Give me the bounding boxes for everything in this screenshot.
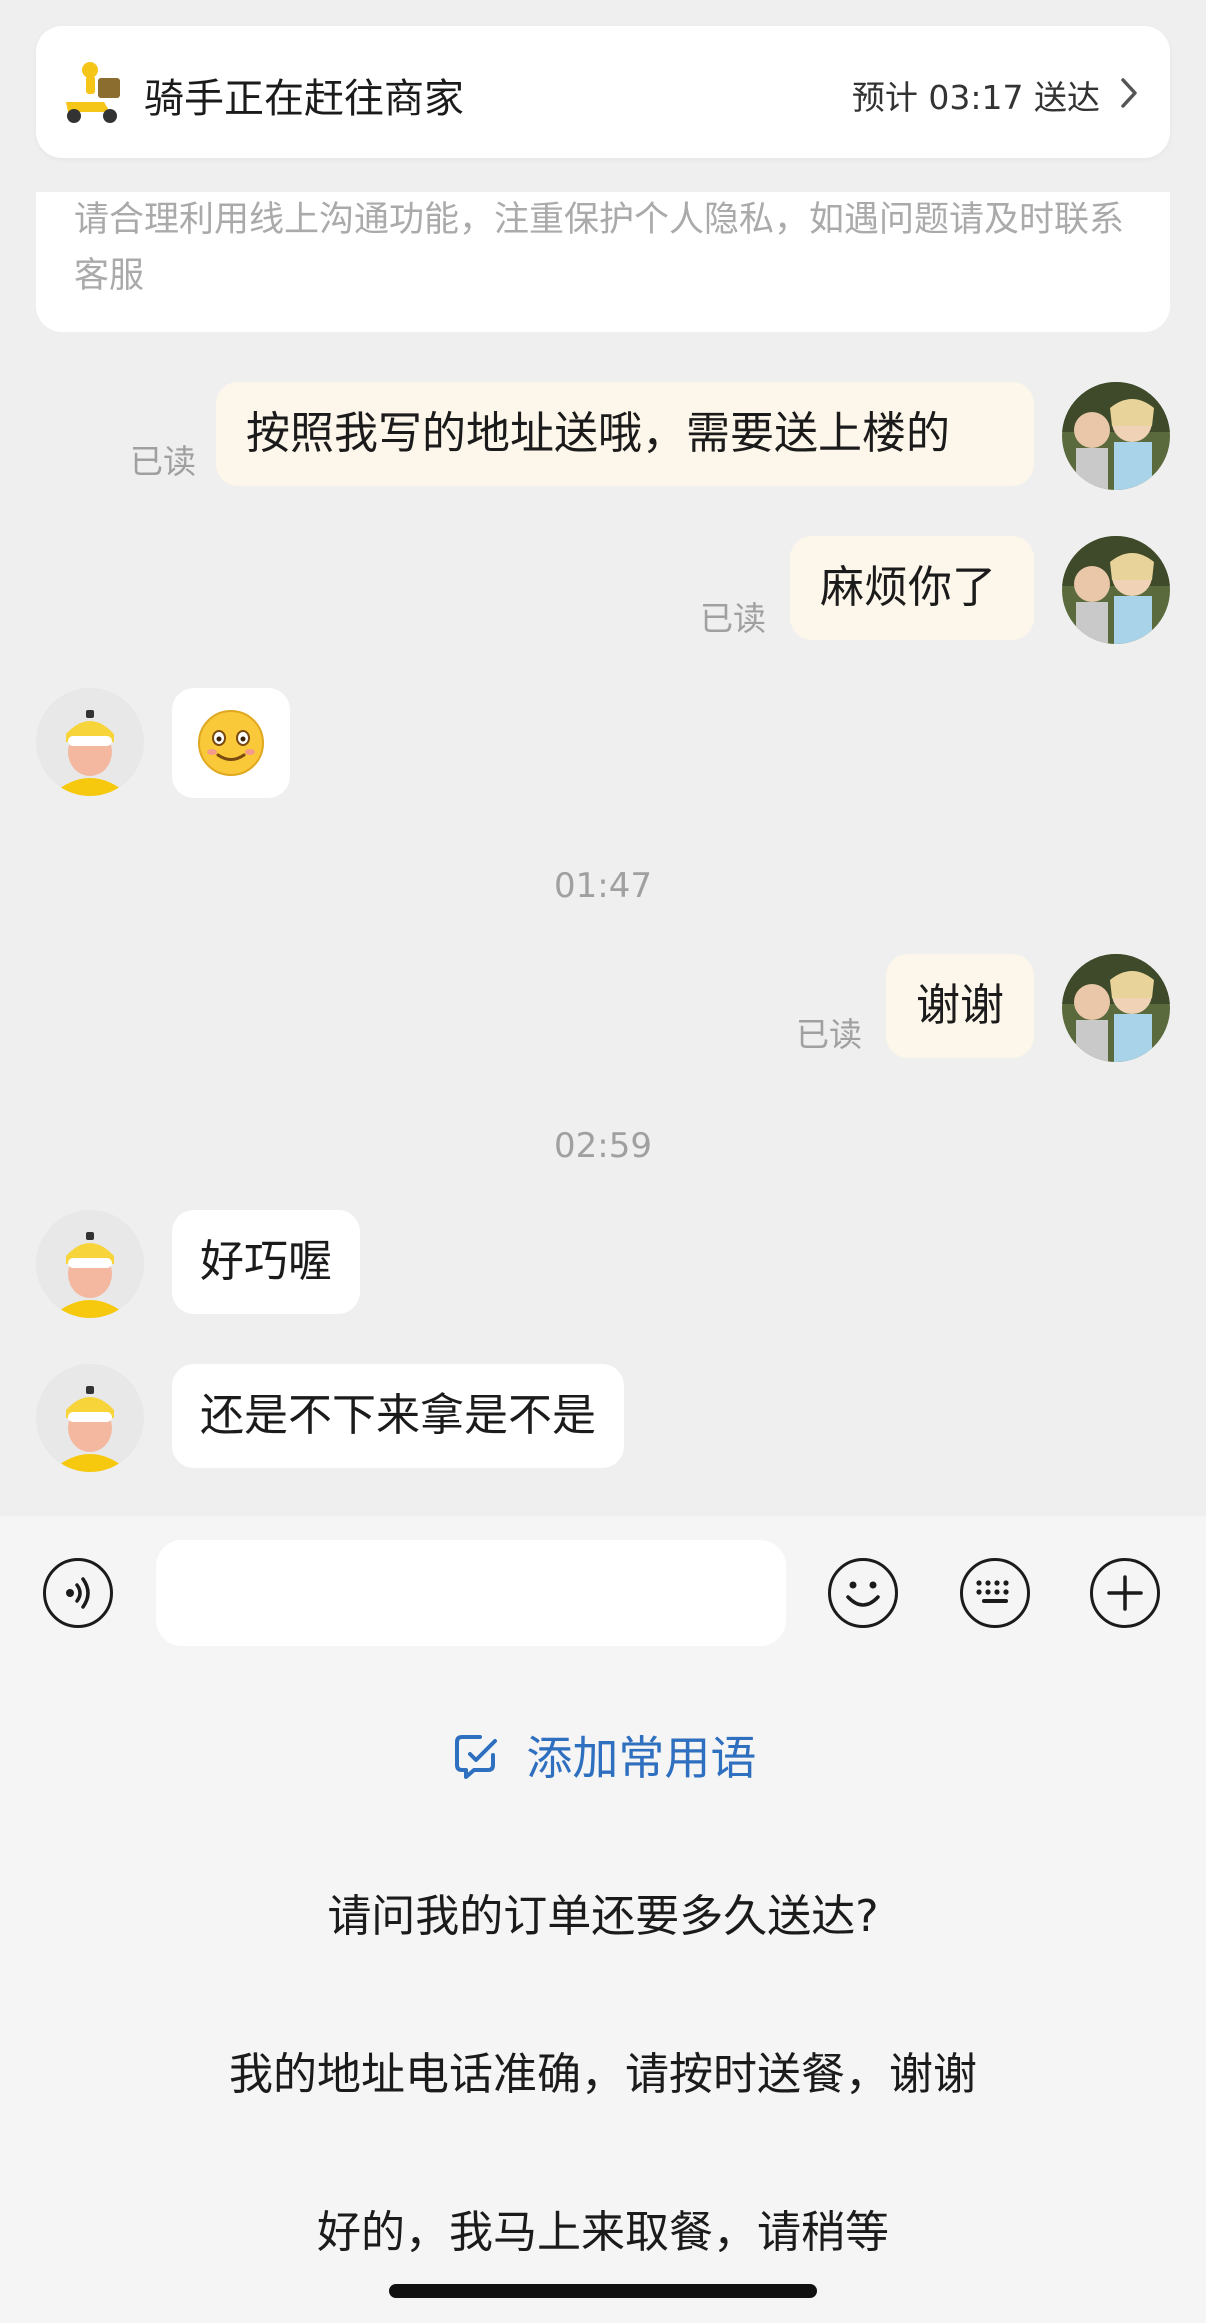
home-indicator[interactable] — [389, 2284, 817, 2298]
edit-icon — [454, 1735, 497, 1779]
chat-timestamp: 02:59 — [554, 1126, 652, 1166]
read-status: 已读 — [130, 442, 196, 481]
message-input[interactable] — [156, 1540, 786, 1646]
plus-icon — [1107, 1575, 1143, 1611]
add-common-phrase-button[interactable]: 添加常用语 — [0, 1722, 1206, 1788]
rider-avatar-icon — [36, 1210, 144, 1318]
emoji-button[interactable] — [828, 1558, 898, 1628]
user-avatar-photo — [1062, 382, 1170, 490]
smile-emoji-icon — [198, 710, 264, 776]
rider-message-bubble[interactable]: 还是不下来拿是不是 — [172, 1364, 624, 1468]
rider-avatar[interactable] — [36, 1210, 144, 1318]
rider-message-bubble[interactable]: 好巧喔 — [172, 1210, 360, 1314]
emoji-icon — [846, 1581, 880, 1607]
read-status: 已读 — [700, 599, 766, 638]
keyboard-icon — [976, 1580, 1009, 1603]
voice-input-button[interactable] — [43, 1558, 113, 1628]
read-status: 已读 — [796, 1015, 862, 1054]
privacy-notice-card: 请合理利用线上沟通功能，注重保护个人隐私，如遇问题请及时联系客服 — [36, 192, 1170, 332]
delivery-scooter-icon — [66, 62, 120, 123]
voice-icon — [66, 1577, 90, 1609]
quick-reply-item[interactable]: 我的地址电话准确，请按时送餐，谢谢 — [0, 2038, 1206, 2102]
quick-reply-item[interactable]: 好的，我马上来取餐，请稍等 — [0, 2196, 1206, 2260]
order-status-card[interactable]: 骑手正在赶往商家 预计 03:17 送达 — [36, 26, 1170, 158]
rider-avatar[interactable] — [36, 688, 144, 796]
user-avatar-photo — [1062, 954, 1170, 1062]
add-common-phrase-label: 添加常用语 — [526, 1731, 757, 1785]
eta-text: 预计 03:17 送达 — [851, 78, 1100, 117]
user-avatar[interactable] — [1062, 382, 1170, 490]
user-avatar-photo — [1062, 536, 1170, 644]
my-message-bubble[interactable]: 谢谢 — [886, 954, 1034, 1058]
chevron-right-icon[interactable] — [1116, 76, 1142, 110]
rider-avatar-icon — [36, 688, 144, 796]
rider-avatar[interactable] — [36, 1364, 144, 1472]
quick-reply-item[interactable]: 请问我的订单还要多久送达? — [0, 1880, 1206, 1944]
keyboard-button[interactable] — [960, 1558, 1030, 1628]
my-message-bubble[interactable]: 按照我写的地址送哦，需要送上楼的 — [216, 382, 1034, 486]
rider-status-title: 骑手正在赶往商家 — [144, 76, 464, 122]
user-avatar[interactable] — [1062, 536, 1170, 644]
chat-timestamp: 01:47 — [554, 866, 652, 906]
privacy-notice-text: 请合理利用线上沟通功能，注重保护个人隐私，如遇问题请及时联系客服 — [74, 200, 1125, 296]
more-actions-button[interactable] — [1090, 1558, 1160, 1628]
my-message-bubble[interactable]: 麻烦你了 — [790, 536, 1034, 640]
user-avatar[interactable] — [1062, 954, 1170, 1062]
rider-emoji-bubble[interactable] — [172, 688, 290, 798]
rider-avatar-icon — [36, 1364, 144, 1472]
